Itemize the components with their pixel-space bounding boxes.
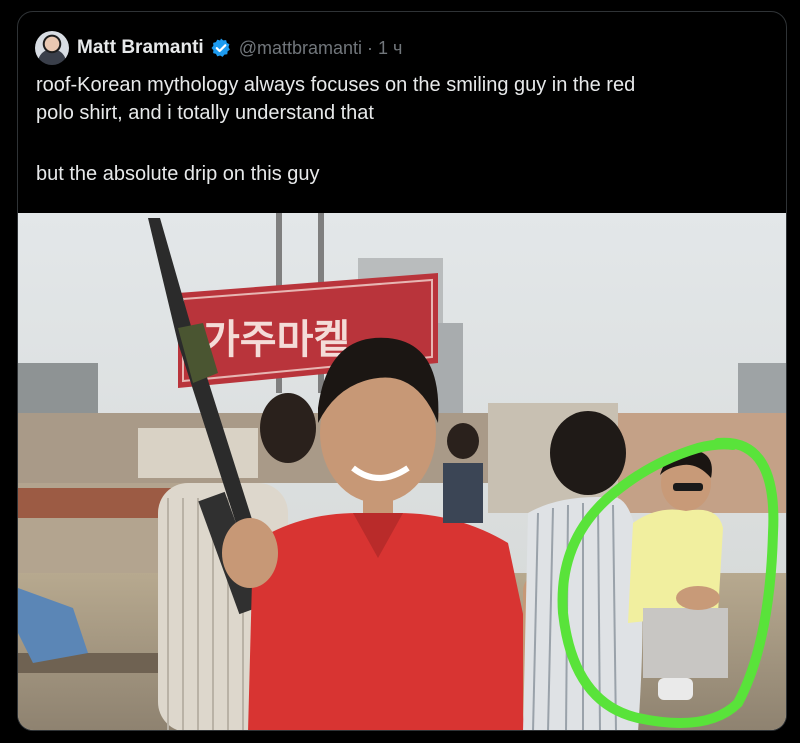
verified-badge-icon	[210, 37, 232, 59]
tweet-card[interactable]: Matt Bramanti @mattbramanti · 1 ч roof-K…	[17, 11, 787, 731]
timestamp[interactable]: 1 ч	[378, 38, 402, 59]
tweet-header: Matt Bramanti @mattbramanti · 1 ч	[35, 30, 402, 66]
sign-text: 가주마켙	[203, 317, 350, 363]
tweet-text: roof-Korean mythology always focuses on …	[36, 71, 771, 188]
author-name[interactable]: Matt Bramanti	[77, 37, 204, 59]
photo-illustration: 가주마켙	[18, 213, 786, 730]
tweet-text-line: polo shirt, and i totally understand tha…	[36, 102, 374, 124]
tweet-text-line: roof-Korean mythology always focuses on …	[36, 74, 636, 96]
avatar[interactable]	[35, 31, 69, 65]
author-handle[interactable]: @mattbramanti	[239, 38, 362, 59]
separator-dot: ·	[367, 37, 373, 58]
tweet-text-line: but the absolute drip on this guy	[36, 163, 320, 185]
tweet-media-photo[interactable]: 가주마켙	[18, 213, 786, 730]
handle-meta: @mattbramanti · 1 ч	[239, 38, 403, 59]
